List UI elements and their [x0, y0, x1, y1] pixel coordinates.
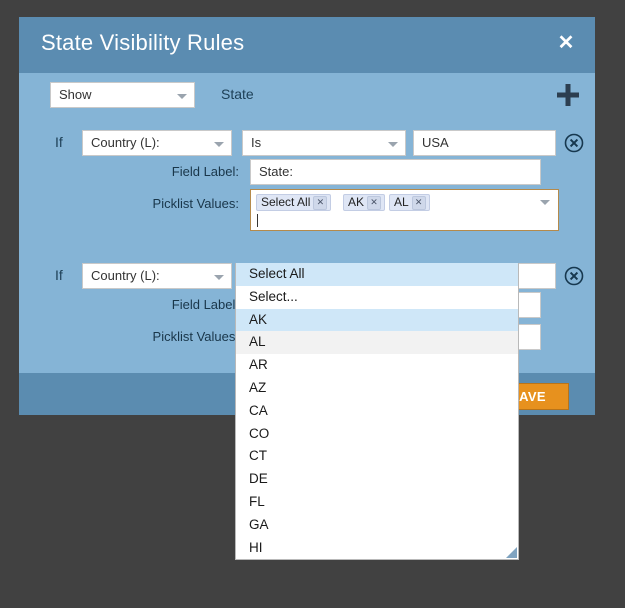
add-rule-button[interactable] — [551, 78, 585, 112]
page-title: State Visibility Rules — [41, 30, 245, 55]
chevron-down-icon — [177, 94, 187, 99]
field-label-input-1[interactable]: State: — [250, 159, 541, 185]
option-item[interactable]: CO — [236, 423, 518, 446]
picklist-options-dropdown[interactable]: Select All Select... AK AL AR AZ CA CO CT DE FL GA H… — [235, 263, 519, 560]
picklist-caption-1: Picklist Values: — [152, 196, 239, 211]
condition-field-value-2: Country (L): — [91, 268, 160, 283]
option-label: CO — [249, 425, 270, 441]
option-label: AZ — [249, 379, 267, 395]
chevron-down-icon — [214, 275, 224, 280]
option-item[interactable]: CA — [236, 400, 518, 423]
remove-rule-button-2[interactable] — [564, 266, 584, 286]
chip-remove-icon[interactable]: ✕ — [411, 196, 426, 210]
plus-icon — [557, 84, 579, 106]
chevron-down-icon[interactable] — [540, 200, 550, 205]
option-label: CT — [249, 448, 267, 464]
picklist-search-input[interactable] — [257, 214, 258, 227]
option-label: AR — [249, 357, 268, 373]
field-label-caption-1: Field Label: — [171, 164, 239, 179]
option-label: DE — [249, 471, 268, 487]
condition-value-input-1[interactable]: USA — [413, 130, 556, 156]
picklist-chip-label-1: AK — [348, 195, 365, 209]
condition-field-select-1[interactable]: Country (L): — [82, 130, 232, 156]
option-item[interactable]: FL — [236, 491, 518, 514]
option-item[interactable]: Select All — [236, 263, 518, 286]
option-label: FL — [249, 493, 265, 509]
if-label-2: If — [55, 267, 63, 283]
condition-value-text-1: USA — [422, 135, 449, 150]
if-label-1: If — [55, 134, 63, 150]
option-item[interactable]: AK — [236, 308, 518, 332]
option-item[interactable]: AR — [236, 354, 518, 377]
circle-x-icon — [564, 266, 584, 286]
condition-field-select-2[interactable]: Country (L): — [82, 263, 232, 289]
condition-operator-select-1[interactable]: Is — [242, 130, 406, 156]
picklist-values-multiselect[interactable]: Select All ✕ AK ✕ AL ✕ — [250, 189, 559, 231]
picklist-chip-2[interactable]: AL ✕ — [389, 194, 430, 211]
option-list: Select All Select... AK AL AR AZ CA CO CT DE FL GA H… — [236, 263, 518, 559]
option-label: HI — [249, 539, 263, 555]
option-label: AL — [249, 334, 266, 350]
circle-x-icon — [564, 133, 584, 153]
option-item[interactable]: DE — [236, 468, 518, 491]
chip-remove-icon[interactable]: ✕ — [367, 196, 382, 210]
option-item[interactable]: Select... — [236, 286, 518, 309]
condition-field-value-1: Country (L): — [91, 135, 160, 150]
picklist-chip-1[interactable]: AK ✕ — [343, 194, 386, 211]
field-label-caption-2: Field Label: — [171, 297, 239, 312]
action-select-value: Show — [59, 87, 92, 102]
picklist-chip-label-0: Select All — [261, 195, 311, 209]
close-icon[interactable]: ✕ — [554, 31, 578, 55]
option-item[interactable]: HI — [236, 537, 518, 559]
condition-operator-value-1: Is — [251, 135, 262, 150]
option-label: Select... — [249, 288, 298, 304]
option-label: GA — [249, 516, 269, 532]
action-select[interactable]: Show — [50, 82, 195, 108]
option-item[interactable]: CT — [236, 445, 518, 468]
picklist-caption-2: Picklist Values: — [152, 329, 239, 344]
dialog-header: State Visibility Rules ✕ — [19, 17, 595, 73]
option-item[interactable]: GA — [236, 514, 518, 537]
picklist-chip-0[interactable]: Select All ✕ — [256, 194, 332, 211]
resize-grip-icon[interactable] — [506, 547, 517, 558]
remove-rule-button-1[interactable] — [564, 133, 584, 153]
option-item[interactable]: AZ — [236, 377, 518, 400]
picklist-chip-label-2: AL — [394, 195, 409, 209]
option-label: CA — [249, 402, 268, 418]
rule-row-1: If Country (L): Is USA Field Label: Stat… — [19, 123, 595, 231]
option-label: Select All — [249, 266, 305, 281]
field-label-value-1: State: — [259, 164, 293, 179]
chip-remove-icon[interactable]: ✕ — [313, 196, 328, 210]
option-label: AK — [249, 311, 268, 327]
target-field-label: State — [221, 86, 254, 102]
option-item[interactable]: AL — [236, 331, 518, 355]
chevron-down-icon — [388, 142, 398, 147]
rules-toolbar: Show State — [19, 73, 595, 123]
chevron-down-icon — [214, 142, 224, 147]
